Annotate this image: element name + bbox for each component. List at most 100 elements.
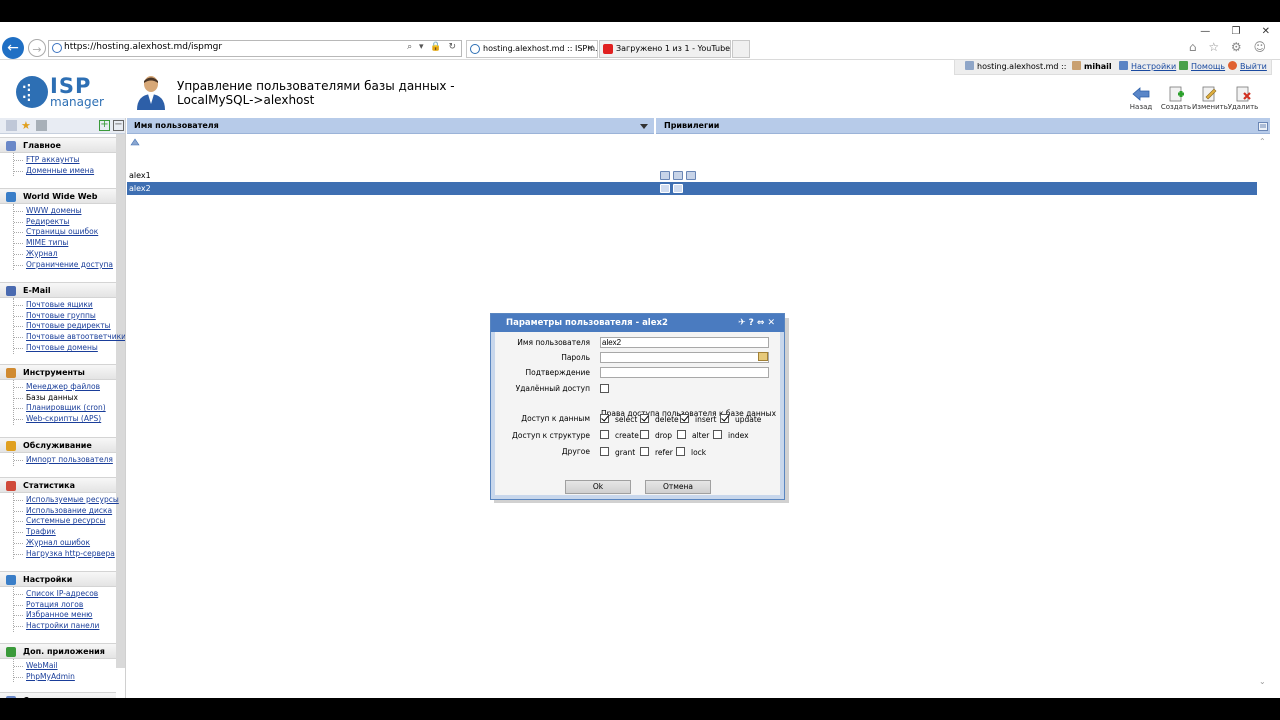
- tab-youtube[interactable]: Загружено 1 из 1 - YouTube: [599, 40, 731, 58]
- sidebar-item[interactable]: Системные ресурсы: [14, 516, 116, 527]
- browser-forward-button[interactable]: →: [28, 39, 46, 57]
- column-header-username[interactable]: Имя пользователя: [134, 118, 219, 134]
- window-controls[interactable]: — ❐ ✕: [1200, 26, 1270, 37]
- password-generator-icon[interactable]: [758, 352, 768, 361]
- menu-group-header[interactable]: Обслуживание: [0, 437, 116, 453]
- table-settings-icon[interactable]: [1258, 122, 1268, 131]
- sidebar-item[interactable]: Страницы ошибок: [14, 227, 116, 238]
- sidebar-item[interactable]: Web-скрипты (APS): [14, 414, 116, 425]
- sidebar-item[interactable]: Список IP-адресов: [14, 589, 116, 600]
- menu-group-header[interactable]: Настройки: [0, 571, 116, 587]
- browser-tools-icon[interactable]: ⌂ ☆ ⚙ ☺: [1189, 40, 1270, 54]
- collapse-all-icon[interactable]: −: [113, 120, 124, 131]
- checkbox-grant[interactable]: [600, 447, 609, 456]
- password-input[interactable]: [600, 352, 769, 363]
- option-label-insert: insert: [695, 415, 717, 424]
- tab-ispmanager[interactable]: hosting.alexhost.md :: ISPm... ✕: [466, 40, 598, 58]
- remote-access-checkbox[interactable]: [600, 384, 609, 393]
- pin-icon[interactable]: ✈: [738, 318, 749, 328]
- sidebar-item[interactable]: PhpMyAdmin: [14, 672, 116, 683]
- expand-all-icon[interactable]: +: [99, 120, 110, 131]
- menu-group-header[interactable]: World Wide Web: [0, 188, 116, 204]
- ok-button[interactable]: Ok: [565, 480, 631, 494]
- checkbox-insert[interactable]: [680, 414, 689, 423]
- sidebar-item[interactable]: Нагрузка http-сервера: [14, 549, 116, 560]
- menu-group-header[interactable]: Справка: [0, 692, 116, 698]
- scroll-down-icon[interactable]: ⌄: [1259, 677, 1266, 686]
- favorites-star-icon[interactable]: ★: [21, 120, 32, 131]
- sidebar-item[interactable]: Трафик: [14, 527, 116, 538]
- browser-back-button[interactable]: ←: [2, 37, 24, 59]
- close-tab-icon[interactable]: ✕: [586, 41, 594, 57]
- create-button[interactable]: Создать: [1159, 86, 1193, 111]
- menu-group: World Wide Web WWW домены Редиректы Страниц…: [0, 188, 116, 271]
- address-bar[interactable]: https://hosting.alexhost.md/ispmgr ⌕ ▾ 🔒…: [48, 40, 462, 57]
- sidebar-scrollbar[interactable]: [116, 134, 125, 668]
- sidebar-item[interactable]: Доменные имена: [14, 166, 116, 177]
- briefcase-icon[interactable]: [36, 120, 47, 131]
- sidebar-item[interactable]: Базы данных: [14, 393, 116, 404]
- back-button[interactable]: Назад: [1124, 86, 1158, 111]
- tree-view-icon[interactable]: [6, 120, 17, 131]
- menu-group-header[interactable]: E-Mail: [0, 282, 116, 298]
- maximize-icon[interactable]: ⇔: [757, 318, 768, 328]
- sidebar-item[interactable]: Ротация логов: [14, 600, 116, 611]
- sidebar-item[interactable]: WebMail: [14, 661, 116, 672]
- sidebar-item[interactable]: MIME типы: [14, 238, 116, 249]
- checkbox-create[interactable]: [600, 430, 609, 439]
- menu-group-header[interactable]: Доп. приложения: [0, 643, 116, 659]
- option-label-lock: lock: [691, 448, 707, 457]
- sidebar-item[interactable]: Почтовые редиректы: [14, 321, 116, 332]
- sidebar-item[interactable]: Менеджер файлов: [14, 382, 116, 393]
- help-question-icon[interactable]: ?: [749, 318, 757, 328]
- sidebar-item[interactable]: Ограничение доступа: [14, 260, 116, 271]
- logout-link[interactable]: Выйти: [1228, 60, 1267, 74]
- close-icon[interactable]: ✕: [767, 318, 778, 328]
- menu-group-header[interactable]: Статистика: [0, 477, 116, 493]
- sort-desc-icon[interactable]: [640, 124, 648, 129]
- sidebar-item[interactable]: Почтовые автоответчики: [14, 332, 125, 343]
- filter-icon[interactable]: [130, 137, 140, 146]
- sidebar-item[interactable]: Импорт пользователя: [14, 455, 116, 466]
- sidebar-item[interactable]: Почтовые домены: [14, 343, 116, 354]
- scroll-up-icon[interactable]: ⌃: [1259, 137, 1266, 146]
- sidebar-item[interactable]: Избранное меню: [14, 610, 116, 621]
- column-header-privileges[interactable]: Привилегии: [664, 118, 719, 134]
- sidebar-item[interactable]: Планировщик (cron): [14, 403, 116, 414]
- sidebar-item[interactable]: Журнал: [14, 249, 116, 260]
- sidebar-item[interactable]: Используемые ресурсы: [14, 495, 119, 506]
- sidebar-item[interactable]: Использование диска: [14, 506, 116, 517]
- table-row[interactable]: alex2: [127, 182, 1257, 195]
- checkbox-select[interactable]: [600, 414, 609, 423]
- sidebar-item[interactable]: FTP аккаунты: [14, 155, 116, 166]
- sidebar-item[interactable]: Почтовые группы: [14, 311, 116, 322]
- username-input[interactable]: [600, 337, 769, 348]
- sidebar-item[interactable]: Журнал ошибок: [14, 538, 116, 549]
- sidebar-item[interactable]: Почтовые ящики: [14, 300, 116, 311]
- new-tab-button[interactable]: [732, 40, 750, 58]
- checkbox-alter[interactable]: [677, 430, 686, 439]
- checkbox-index[interactable]: [713, 430, 722, 439]
- checkbox-delete[interactable]: [640, 414, 649, 423]
- column-divider[interactable]: [654, 118, 656, 134]
- delete-button[interactable]: Удалить: [1226, 86, 1260, 111]
- checkbox-drop[interactable]: [640, 430, 649, 439]
- table-row[interactable]: alex1: [127, 169, 1257, 182]
- menu-group-header[interactable]: Главное: [0, 137, 116, 153]
- sidebar-item[interactable]: Настройки панели: [14, 621, 116, 632]
- menu-group-header[interactable]: Инструменты: [0, 364, 116, 380]
- sidebar-item[interactable]: WWW домены: [14, 206, 116, 217]
- help-link[interactable]: Помощь: [1179, 60, 1225, 74]
- checkbox-lock[interactable]: [676, 447, 685, 456]
- option-label-alter: alter: [692, 431, 710, 440]
- edit-button[interactable]: Изменить: [1192, 86, 1228, 111]
- address-actions-icon[interactable]: ⌕ ▾ 🔒 ↻: [407, 42, 458, 52]
- checkbox-update[interactable]: [720, 414, 729, 423]
- checkbox-refer[interactable]: [640, 447, 649, 456]
- settings-link[interactable]: Настройки: [1119, 60, 1176, 74]
- list-scrollbar[interactable]: ⌃ ⌄: [1257, 134, 1270, 698]
- sidebar-item[interactable]: Редиректы: [14, 217, 116, 228]
- dialog-title[interactable]: Параметры пользователя - alex2 ✈?⇔✕: [491, 314, 784, 332]
- confirm-input[interactable]: [600, 367, 769, 378]
- cancel-button[interactable]: Отмена: [645, 480, 711, 494]
